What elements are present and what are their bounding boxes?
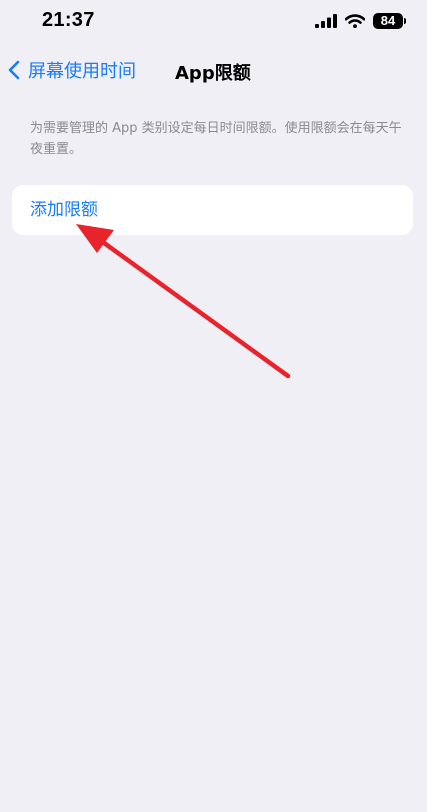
battery-icon: 84 xyxy=(373,13,406,29)
navigation-bar: 屏幕使用时间 App限额 xyxy=(0,48,427,92)
section-description: 为需要管理的 App 类别设定每日时间限额。使用限额会在每天午夜重置。 xyxy=(30,121,402,157)
status-icons: 84 xyxy=(315,12,406,30)
back-label: 屏幕使用时间 xyxy=(28,61,136,82)
add-limit-button[interactable]: 添加限额 xyxy=(30,185,98,235)
limits-card: 添加限额 xyxy=(12,185,413,235)
status-bar: 21:37 84 xyxy=(0,0,427,44)
page-title: App限额 xyxy=(175,63,251,84)
status-time: 21:37 xyxy=(42,9,95,31)
wifi-icon xyxy=(345,14,365,28)
back-button[interactable]: 屏幕使用时间 xyxy=(2,54,136,86)
signal-icon xyxy=(315,14,337,28)
chevron-left-icon xyxy=(8,60,20,80)
